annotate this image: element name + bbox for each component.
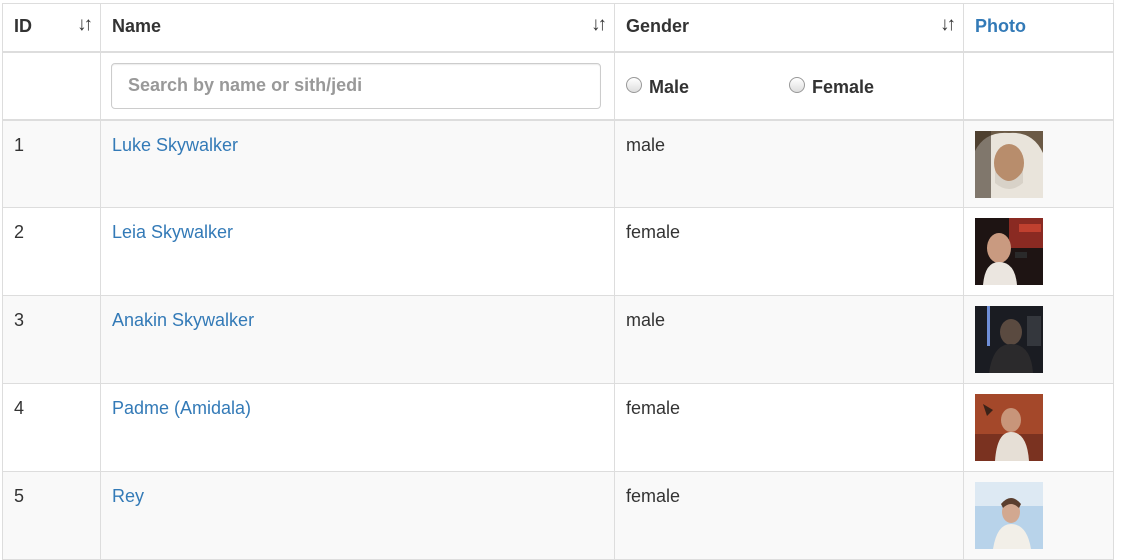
- row-photo-cell: [963, 295, 1114, 384]
- character-photo[interactable]: [975, 130, 1043, 198]
- character-name-link[interactable]: Padme (Amidala): [112, 398, 251, 418]
- table-row: 2 Leia Skywalker female: [2, 207, 1114, 296]
- female-radio[interactable]: [789, 77, 806, 93]
- row-id: 5: [2, 471, 101, 560]
- table-row: 4 Padme (Amidala) female: [2, 383, 1114, 472]
- row-name-cell: Anakin Skywalker: [100, 295, 615, 384]
- name-filter-cell: [100, 50, 615, 121]
- male-radio[interactable]: [626, 77, 642, 93]
- character-photo[interactable]: [975, 306, 1043, 373]
- row-gender: female: [614, 471, 964, 560]
- photo-header-label[interactable]: Photo: [975, 16, 1026, 36]
- male-radio-option[interactable]: Male: [626, 77, 689, 98]
- row-gender: male: [614, 119, 964, 208]
- characters-table: ID ↓↑ Name ↓↑ Gender ↓↑ Photo Search by …: [2, 3, 1114, 560]
- header-row: ID ↓↑ Name ↓↑ Gender ↓↑ Photo: [2, 3, 1114, 52]
- photo-filter-cell: [963, 50, 1114, 121]
- sort-icon[interactable]: ↓↑: [940, 14, 956, 36]
- table-row: 1 Luke Skywalker male: [2, 119, 1114, 208]
- gender-header-label: Gender: [626, 16, 690, 36]
- page-scroll-edge: [1113, 0, 1128, 556]
- character-name-link[interactable]: Anakin Skywalker: [112, 310, 254, 330]
- character-name-link[interactable]: Leia Skywalker: [112, 222, 233, 242]
- row-id: 1: [2, 119, 101, 208]
- table-row: 3 Anakin Skywalker male: [2, 295, 1114, 384]
- id-column-header[interactable]: ID ↓↑: [2, 3, 101, 52]
- sort-icon[interactable]: ↓↑: [77, 14, 93, 36]
- row-name-cell: Padme (Amidala): [100, 383, 615, 472]
- row-name-cell: Rey: [100, 471, 615, 560]
- character-name-link[interactable]: Luke Skywalker: [112, 135, 238, 155]
- gender-column-header[interactable]: Gender ↓↑: [614, 3, 964, 52]
- character-photo[interactable]: [975, 394, 1043, 461]
- row-id: 4: [2, 383, 101, 472]
- male-radio-label[interactable]: Male: [649, 77, 689, 98]
- photo-column-header[interactable]: Photo: [963, 3, 1114, 52]
- row-photo-cell: [963, 119, 1114, 208]
- row-photo-cell: [963, 383, 1114, 472]
- row-photo-cell: [963, 471, 1114, 560]
- row-photo-cell: [963, 207, 1114, 296]
- character-name-link[interactable]: Rey: [112, 486, 144, 506]
- id-header-label: ID: [14, 16, 32, 36]
- gender-filter-cell: Male Female: [614, 50, 964, 121]
- gender-radio-group: Male Female: [615, 77, 963, 98]
- row-gender: female: [614, 207, 964, 296]
- row-id: 2: [2, 207, 101, 296]
- id-filter-cell: [2, 50, 101, 121]
- row-gender: male: [614, 295, 964, 384]
- filter-row: Male Female: [2, 50, 1114, 121]
- female-radio-option[interactable]: Female: [789, 77, 874, 98]
- female-radio-label[interactable]: Female: [812, 77, 874, 98]
- row-name-cell: Leia Skywalker: [100, 207, 615, 296]
- name-header-label: Name: [112, 16, 162, 36]
- search-input[interactable]: [111, 62, 601, 109]
- row-gender: female: [614, 383, 964, 472]
- row-id: 3: [2, 295, 101, 384]
- name-column-header[interactable]: Name ↓↑: [100, 3, 615, 52]
- character-photo[interactable]: [975, 218, 1043, 285]
- sort-icon[interactable]: ↓↑: [591, 14, 607, 36]
- row-name-cell: Luke Skywalker: [100, 119, 615, 208]
- character-photo[interactable]: [975, 482, 1043, 549]
- table-row: 5 Rey female: [2, 471, 1114, 560]
